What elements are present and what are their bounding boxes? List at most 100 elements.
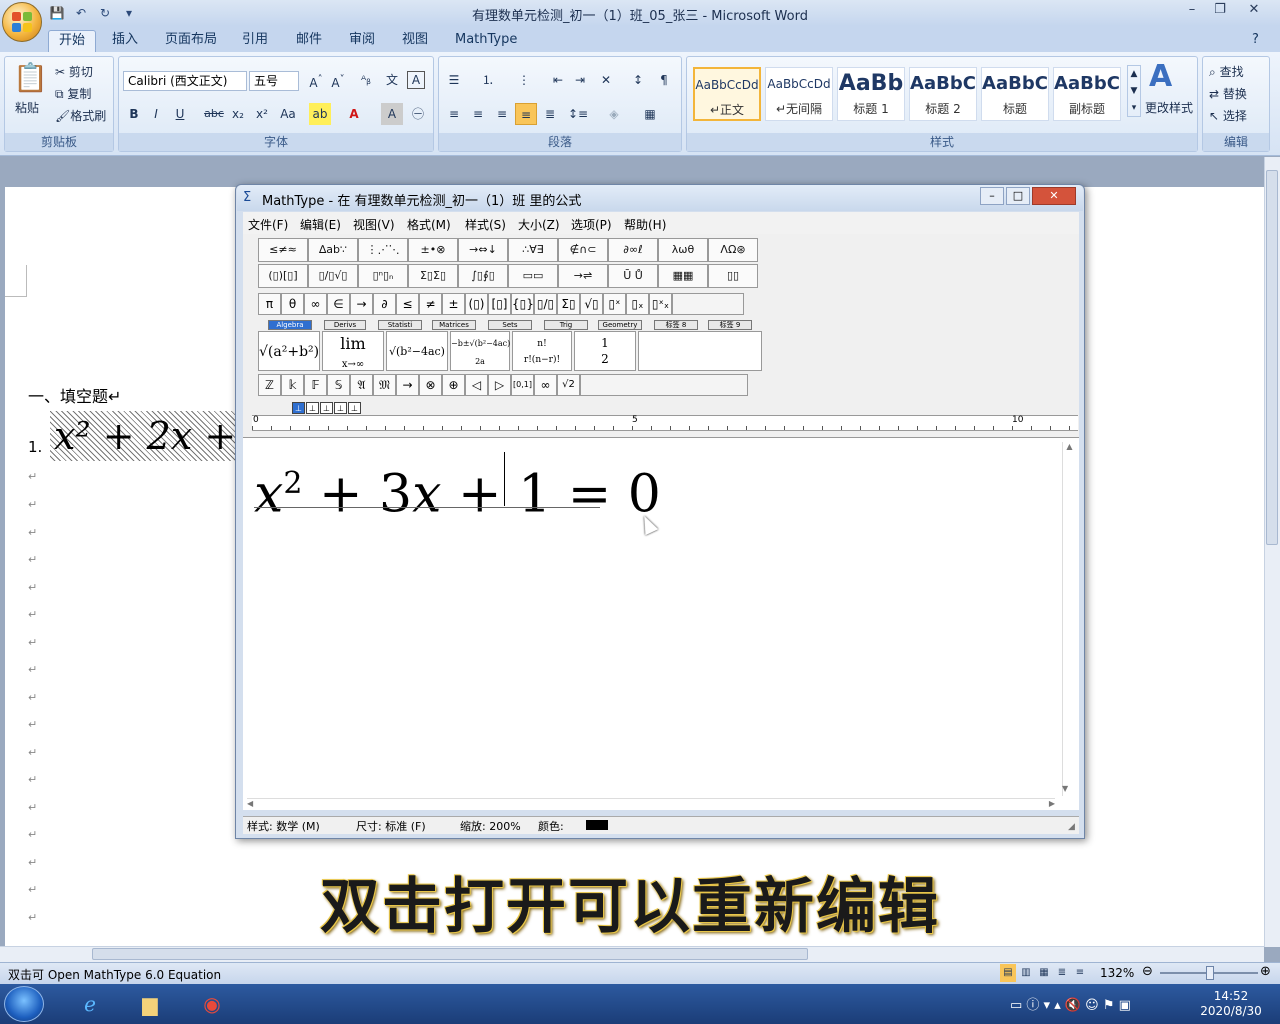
products-palette[interactable]: Ū Ů: [608, 264, 658, 288]
bars-palette[interactable]: ▭▭: [508, 264, 558, 288]
paste-icon[interactable]: 📋: [13, 61, 48, 94]
parentheses-template[interactable]: (▯): [465, 293, 488, 315]
oplus-symbol[interactable]: ⊕: [442, 374, 465, 396]
tab-insert[interactable]: 插入: [102, 30, 148, 52]
tab-right-icon[interactable]: ⊥: [320, 402, 333, 414]
sets-palette[interactable]: ∉∩⊂: [558, 238, 608, 262]
help-icon[interactable]: ?: [1252, 30, 1259, 52]
menu-file[interactable]: 文件(F): [248, 216, 288, 233]
mt-horizontal-scrollbar[interactable]: ◀ ▶: [247, 798, 1055, 810]
pi-symbol[interactable]: π: [258, 293, 281, 315]
menu-preferences[interactable]: 选项(P): [571, 216, 612, 233]
tab-left-icon[interactable]: ⊥: [292, 402, 305, 414]
styles-scroll[interactable]: ▲ ▼ ▾: [1127, 65, 1141, 117]
underline-icon[interactable]: U: [169, 103, 191, 125]
field-f-symbol[interactable]: 𝔽: [304, 374, 327, 396]
tab-statistics[interactable]: Statisti: [378, 320, 422, 330]
sums-palette[interactable]: Σ▯Σ▯: [408, 264, 458, 288]
subscript-icon[interactable]: x₂: [227, 103, 249, 125]
decrease-indent-icon[interactable]: ⇤: [547, 69, 569, 91]
style-heading-1[interactable]: AaBb 标题 1: [837, 67, 905, 121]
multilevel-list-icon[interactable]: ⋮: [513, 69, 535, 91]
close-icon[interactable]: ✕: [1234, 1, 1274, 21]
zoom-slider-thumb[interactable]: [1206, 966, 1214, 980]
chinese-layout-icon[interactable]: ✕: [595, 69, 617, 91]
full-screen-reading-icon[interactable]: ▥: [1018, 964, 1034, 982]
mt-vertical-scrollbar[interactable]: ▲: [1062, 442, 1076, 796]
template-half[interactable]: 12: [574, 331, 636, 371]
align-right-icon[interactable]: ≡: [491, 103, 513, 125]
ie-icon[interactable]: ℯ: [66, 988, 114, 1022]
distributed-icon[interactable]: ≣: [539, 103, 561, 125]
style-normal[interactable]: AaBbCcDd ↵正文: [693, 67, 761, 121]
paste-button[interactable]: 粘贴: [15, 99, 39, 116]
matrices-palette[interactable]: ▦▦: [658, 264, 708, 288]
tab-decimal-icon[interactable]: ⊥: [334, 402, 347, 414]
show-marks-icon[interactable]: ¶: [653, 69, 675, 91]
explorer-icon[interactable]: ▆: [126, 988, 174, 1022]
element-of-symbol[interactable]: ∈: [327, 293, 350, 315]
right-triangle-symbol[interactable]: ▷: [488, 374, 511, 396]
left-triangle-symbol[interactable]: ◁: [465, 374, 488, 396]
system-clock[interactable]: 14:52 2020/8/30: [1196, 989, 1266, 1019]
menu-size[interactable]: 大小(Z): [518, 216, 560, 233]
brackets-template[interactable]: [▯]: [488, 293, 511, 315]
tab-view[interactable]: 视图: [392, 30, 438, 52]
web-layout-icon[interactable]: ▦: [1036, 964, 1052, 982]
greek-lower-palette[interactable]: λωθ: [658, 238, 708, 262]
misc-palette[interactable]: ∂∞ℓ: [608, 238, 658, 262]
template-sqrt-discriminant[interactable]: √(b²−4ac): [386, 331, 448, 371]
tab-8[interactable]: 标签 8: [654, 320, 698, 330]
change-styles-icon[interactable]: A: [1149, 59, 1172, 94]
italic-icon[interactable]: I: [145, 103, 167, 125]
less-equal-symbol[interactable]: ≤: [396, 293, 419, 315]
vertical-scroll-thumb[interactable]: [1266, 170, 1278, 545]
start-button[interactable]: [4, 986, 44, 1022]
tab-review[interactable]: 审阅: [339, 30, 385, 52]
office-button[interactable]: [2, 2, 42, 42]
sqrt2-symbol[interactable]: √2: [557, 374, 580, 396]
fraction-template[interactable]: ▯/▯: [534, 293, 557, 315]
set-s-symbol[interactable]: 𝕊: [327, 374, 350, 396]
arrows-palette[interactable]: →⇔↓: [458, 238, 508, 262]
tab-9[interactable]: 标签 9: [708, 320, 752, 330]
line-spacing-icon[interactable]: ↕≡: [567, 103, 589, 125]
minimize-icon[interactable]: –: [980, 187, 1004, 205]
scroll-down-icon[interactable]: ▼: [1062, 784, 1068, 793]
fences-palette[interactable]: (▯)[▯]: [258, 264, 308, 288]
tab-trig[interactable]: Trig: [544, 320, 588, 330]
scripts-palette[interactable]: ▯ⁿ▯ₙ: [358, 264, 408, 288]
relations-palette[interactable]: ≤≠≈: [258, 238, 308, 262]
font-color-icon[interactable]: A: [343, 103, 365, 125]
operators-palette[interactable]: ±•⊗: [408, 238, 458, 262]
zoom-in-icon[interactable]: ⊕: [1260, 964, 1271, 979]
document-equation-object[interactable]: x² + 2x + 1: [50, 411, 236, 461]
tab-relation-icon[interactable]: ⊥: [348, 402, 361, 414]
infinity-symbol[interactable]: ∞: [304, 293, 327, 315]
arrow-symbol[interactable]: →: [350, 293, 373, 315]
field-k-symbol[interactable]: 𝕜: [281, 374, 304, 396]
infinity-symbol-2[interactable]: ∞: [534, 374, 557, 396]
tab-algebra[interactable]: Algebra: [268, 320, 312, 330]
print-layout-icon[interactable]: ▤: [1000, 964, 1016, 982]
zoom-out-icon[interactable]: ⊖: [1142, 964, 1153, 979]
subscript-template[interactable]: ▯ₓ: [626, 293, 649, 315]
enclose-char-icon[interactable]: ㊀: [407, 103, 429, 125]
sum-template[interactable]: Σ▯: [557, 293, 580, 315]
outline-icon[interactable]: ≣: [1054, 964, 1070, 982]
superscript-template[interactable]: ▯ˣ: [603, 293, 626, 315]
increase-indent-icon[interactable]: ⇥: [569, 69, 591, 91]
restore-icon[interactable]: ❐: [1206, 1, 1234, 21]
shrink-font-icon[interactable]: A˅: [327, 69, 349, 91]
maps-to-symbol[interactable]: →: [396, 374, 419, 396]
style-title[interactable]: AaBbC 标题: [981, 67, 1049, 121]
style-heading-2[interactable]: AaBbC 标题 2: [909, 67, 977, 121]
change-case-icon[interactable]: Aa: [277, 103, 299, 125]
highlight-icon[interactable]: ab: [309, 103, 331, 125]
align-center-icon[interactable]: ≡: [467, 103, 489, 125]
menu-view[interactable]: 视图(V): [353, 216, 395, 233]
font-size-select[interactable]: 五号: [249, 71, 299, 91]
sort-icon[interactable]: ↕: [627, 69, 649, 91]
resize-grip-icon[interactable]: ◢: [1068, 822, 1075, 832]
tray-icons[interactable]: ▭ ⓘ ▾ ▴ 🔇 ☺ ⚑ ▣: [1010, 994, 1131, 1013]
